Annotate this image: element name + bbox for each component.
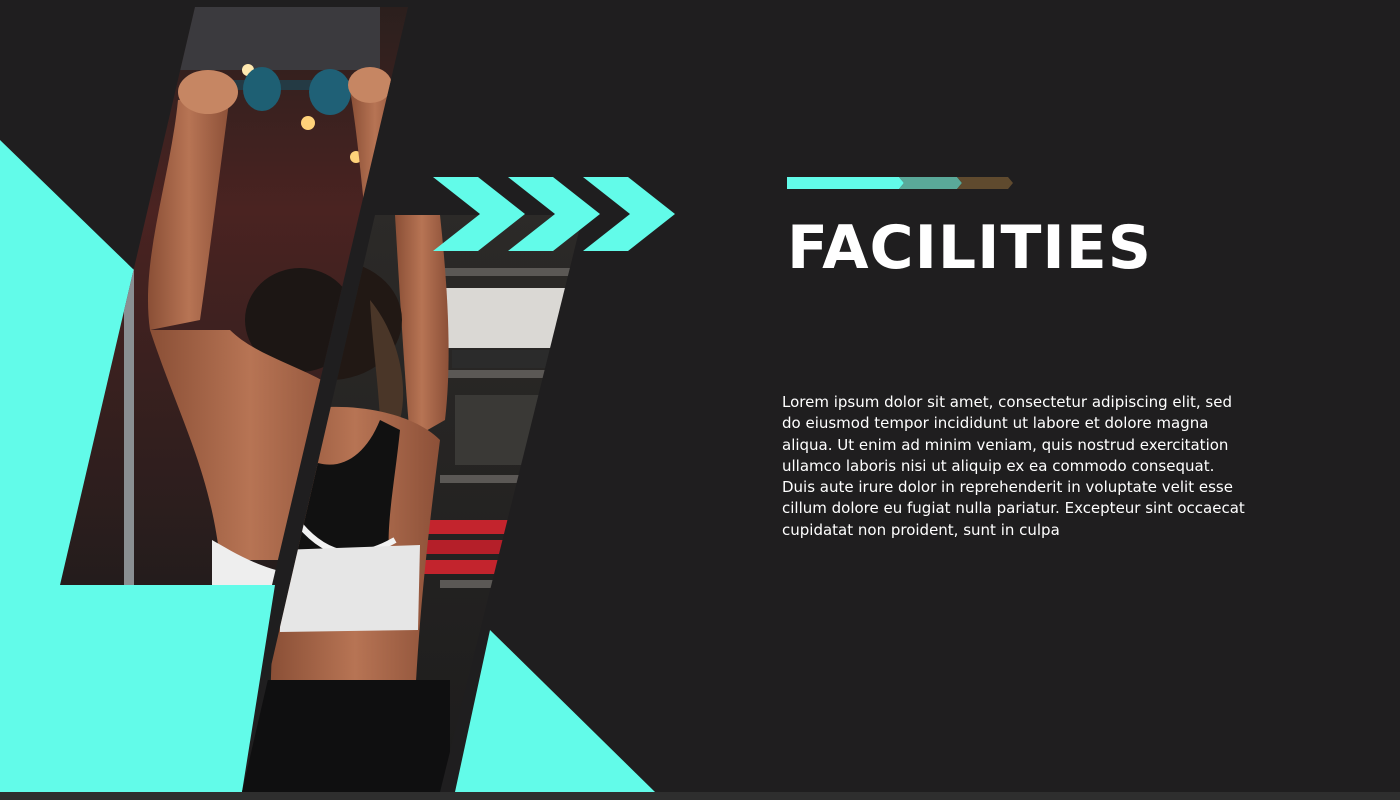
page-title: FACILITIES bbox=[787, 213, 1152, 283]
accent-shape-bottom bbox=[455, 630, 655, 792]
body-paragraph: Lorem ipsum dolor sit amet, consectetur … bbox=[782, 393, 1245, 539]
accent-bar bbox=[787, 177, 1013, 189]
bottom-strip bbox=[0, 792, 1400, 800]
slide-canvas: FACILITIES Lorem ipsum dolor sit amet, c… bbox=[0, 0, 1400, 800]
